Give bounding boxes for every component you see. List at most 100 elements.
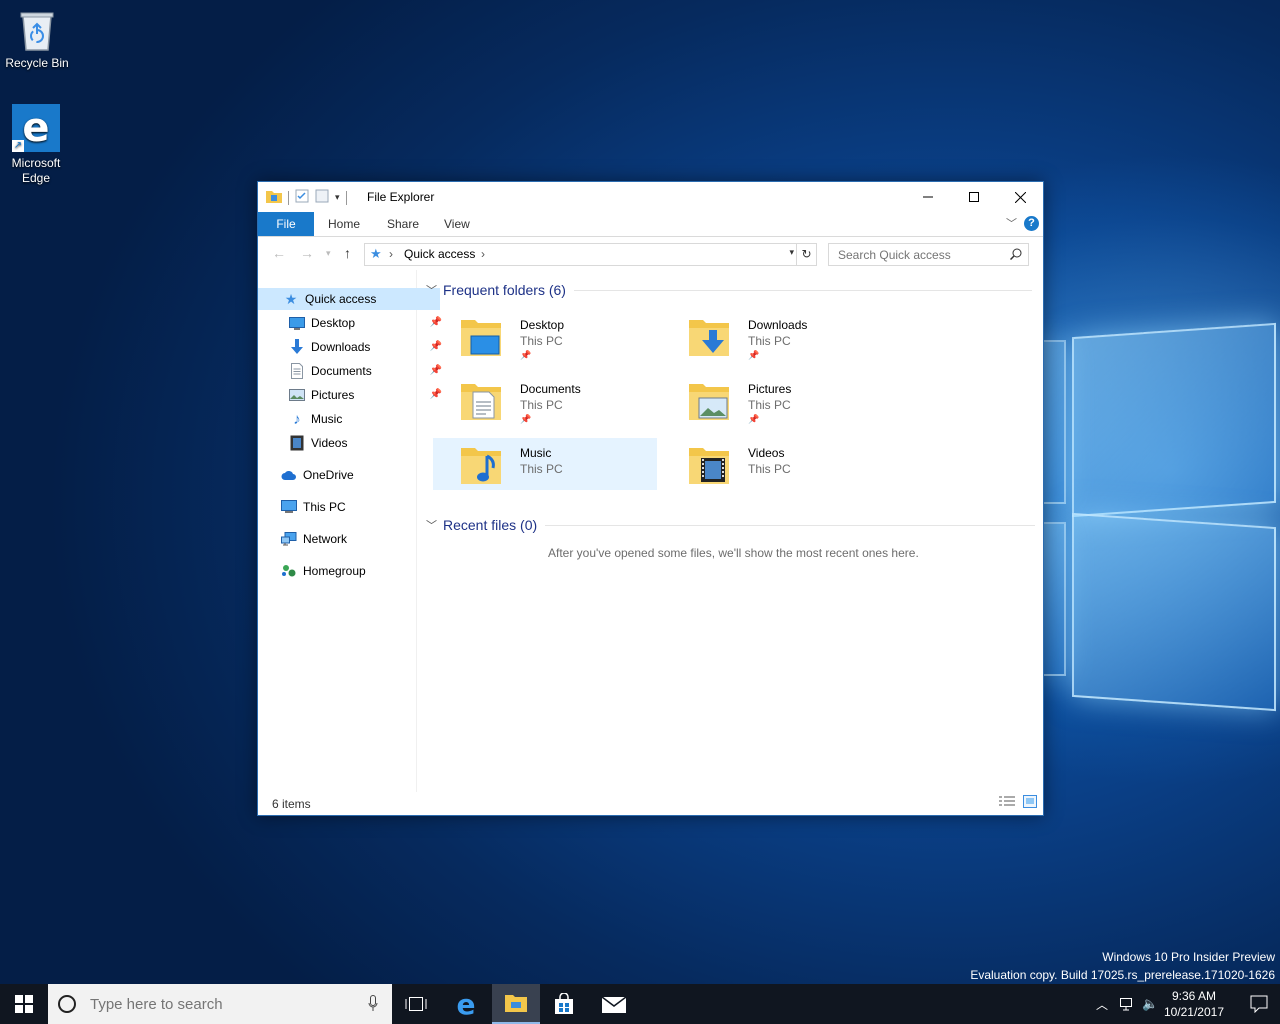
group-divider <box>573 289 1032 291</box>
taskbar-clock[interactable]: 9:36 AM 10/21/2017 <box>1164 988 1224 1020</box>
taskbar-mail-button[interactable] <box>590 984 638 1024</box>
search-icon[interactable] <box>1010 248 1022 260</box>
notification-speech-bubble-icon <box>1250 995 1268 1014</box>
search-box[interactable] <box>828 243 1029 266</box>
taskbar: e ︿ 🔈 9:36 AM 10/21/2017 <box>0 984 1280 1024</box>
windows-logo-pane-tl <box>1072 322 1276 518</box>
quick-access-star-icon: ★ <box>284 290 298 307</box>
tab-file[interactable]: File <box>258 212 314 236</box>
minimize-button[interactable] <box>905 182 951 212</box>
group-header-recent-files[interactable]: ﹀ Recent files (0) <box>426 517 1036 533</box>
downloads-folder-icon <box>689 320 729 356</box>
pictures-folder-icon <box>689 384 729 420</box>
maximize-button[interactable] <box>951 182 997 212</box>
item-count: 6 items <box>272 797 311 811</box>
folder-location: This PC <box>748 334 791 348</box>
address-bar[interactable]: ★ › Quick access › ▾ ↻ <box>364 243 817 266</box>
maximize-icon <box>969 192 979 202</box>
ribbon-tabs: File Home Share View ﹀ ? <box>258 212 1043 237</box>
pictures-icon <box>289 387 305 403</box>
start-button[interactable] <box>0 984 48 1024</box>
folder-name: Pictures <box>748 382 792 396</box>
up-arrow-icon[interactable]: ↑ <box>344 245 351 261</box>
nav-label: OneDrive <box>303 468 354 482</box>
watermark-edition: Windows 10 Pro Insider Preview <box>1102 950 1275 964</box>
windows-logo-icon <box>15 995 33 1013</box>
close-button[interactable] <box>997 182 1043 212</box>
tab-share[interactable]: Share <box>387 212 419 236</box>
watermark-build: Evaluation copy. Build 17025.rs_prerelea… <box>970 968 1275 982</box>
quick-access-star-icon: ★ <box>370 246 382 261</box>
nav-item-this-pc[interactable]: This PC <box>258 496 438 518</box>
group-title: Recent files (0) <box>443 517 538 533</box>
folder-tile-videos[interactable]: Videos This PC <box>661 438 885 490</box>
network-icon <box>281 531 297 547</box>
status-bar: 6 items <box>258 791 1043 815</box>
quick-access-toolbar: ▾ <box>266 189 347 206</box>
file-explorer-window[interactable]: ▾ File Explorer File Home Share View ﹀ ?… <box>257 181 1044 816</box>
network-tray-icon[interactable] <box>1120 996 1136 1017</box>
folder-tile-desktop[interactable]: Desktop This PC 📌 <box>433 310 657 362</box>
folder-tile-music[interactable]: Music This PC <box>433 438 657 490</box>
folder-tile-pictures[interactable]: Pictures This PC 📌 <box>661 374 885 426</box>
nav-label: Quick access <box>305 292 377 306</box>
forward-arrow-icon[interactable]: → <box>300 245 314 261</box>
nav-item-quick-access[interactable]: ★ Quick access <box>258 288 440 310</box>
caption-buttons <box>905 182 1043 212</box>
taskbar-search-input[interactable] <box>88 995 352 1014</box>
folder-name: Videos <box>748 446 785 460</box>
nav-item-network[interactable]: Network <box>258 528 438 550</box>
recent-locations-chevron-icon[interactable]: ▾ <box>326 248 331 259</box>
collapse-chevron-icon: ﹀ <box>426 285 437 297</box>
volume-speaker-icon[interactable]: 🔈 <box>1142 996 1158 1012</box>
address-dropdown-chevron-icon[interactable]: ▾ <box>789 247 794 258</box>
nav-label: Homegroup <box>303 564 366 578</box>
refresh-icon[interactable]: ↻ <box>796 244 816 265</box>
details-view-icon[interactable] <box>999 796 1015 811</box>
show-hidden-icons-chevron-icon[interactable]: ︿ <box>1096 996 1108 1013</box>
nav-item-homegroup[interactable]: Homegroup <box>258 560 438 582</box>
collapse-chevron-icon: ﹀ <box>426 520 437 532</box>
taskbar-file-explorer-button[interactable] <box>492 984 540 1024</box>
search-input[interactable] <box>836 247 1000 263</box>
desktop-icon-recycle-bin[interactable]: Recycle Bin <box>2 8 72 71</box>
folder-name: Documents <box>520 382 581 396</box>
back-arrow-icon[interactable]: ← <box>272 245 286 261</box>
folder-tile-downloads[interactable]: Downloads This PC 📌 <box>661 310 885 362</box>
action-center-button[interactable] <box>1250 995 1268 1018</box>
toolbar-divider <box>288 190 289 205</box>
folder-tile-documents[interactable]: Documents This PC 📌 <box>433 374 657 426</box>
music-note-icon: ♪ <box>293 410 301 428</box>
large-icons-view-icon[interactable] <box>1023 795 1037 811</box>
taskbar-search-box[interactable] <box>48 984 392 1024</box>
folder-app-icon <box>266 189 282 206</box>
breadcrumb-separator[interactable]: › <box>481 247 485 261</box>
nav-label: Desktop <box>311 316 356 330</box>
toolbar-divider <box>345 190 347 205</box>
onedrive-cloud-icon <box>281 467 297 483</box>
breadcrumb-location[interactable]: Quick access <box>404 247 475 261</box>
folder-name: Downloads <box>748 318 808 332</box>
expand-ribbon-chevron-icon[interactable]: ﹀ <box>1006 215 1017 231</box>
task-view-button[interactable] <box>392 984 440 1024</box>
tab-home[interactable]: Home <box>328 212 360 236</box>
nav-item-onedrive[interactable]: OneDrive <box>258 464 438 486</box>
title-bar[interactable]: ▾ File Explorer <box>258 182 1043 212</box>
folder-location: This PC <box>520 334 563 348</box>
taskbar-store-button[interactable] <box>540 984 588 1024</box>
breadcrumb-separator: › <box>389 247 393 261</box>
properties-icon[interactable] <box>295 189 309 206</box>
task-view-icon <box>405 997 427 1011</box>
group-header-frequent-folders[interactable]: ﹀ Frequent folders (6) <box>426 282 1032 298</box>
nav-label: Music <box>311 412 343 426</box>
microphone-icon[interactable] <box>368 995 378 1013</box>
cortana-circle-icon <box>58 995 76 1013</box>
downloads-arrow-icon <box>289 339 305 355</box>
customize-toolbar-chevron-icon[interactable]: ▾ <box>335 192 340 203</box>
new-folder-icon[interactable] <box>315 189 329 206</box>
pin-icon: 📌 <box>748 414 760 424</box>
taskbar-edge-button[interactable]: e <box>442 984 490 1024</box>
help-icon[interactable]: ? <box>1024 216 1039 231</box>
tab-view[interactable]: View <box>444 212 470 236</box>
desktop-icon-microsoft-edge[interactable]: e ↗ Microsoft Edge <box>1 104 71 186</box>
